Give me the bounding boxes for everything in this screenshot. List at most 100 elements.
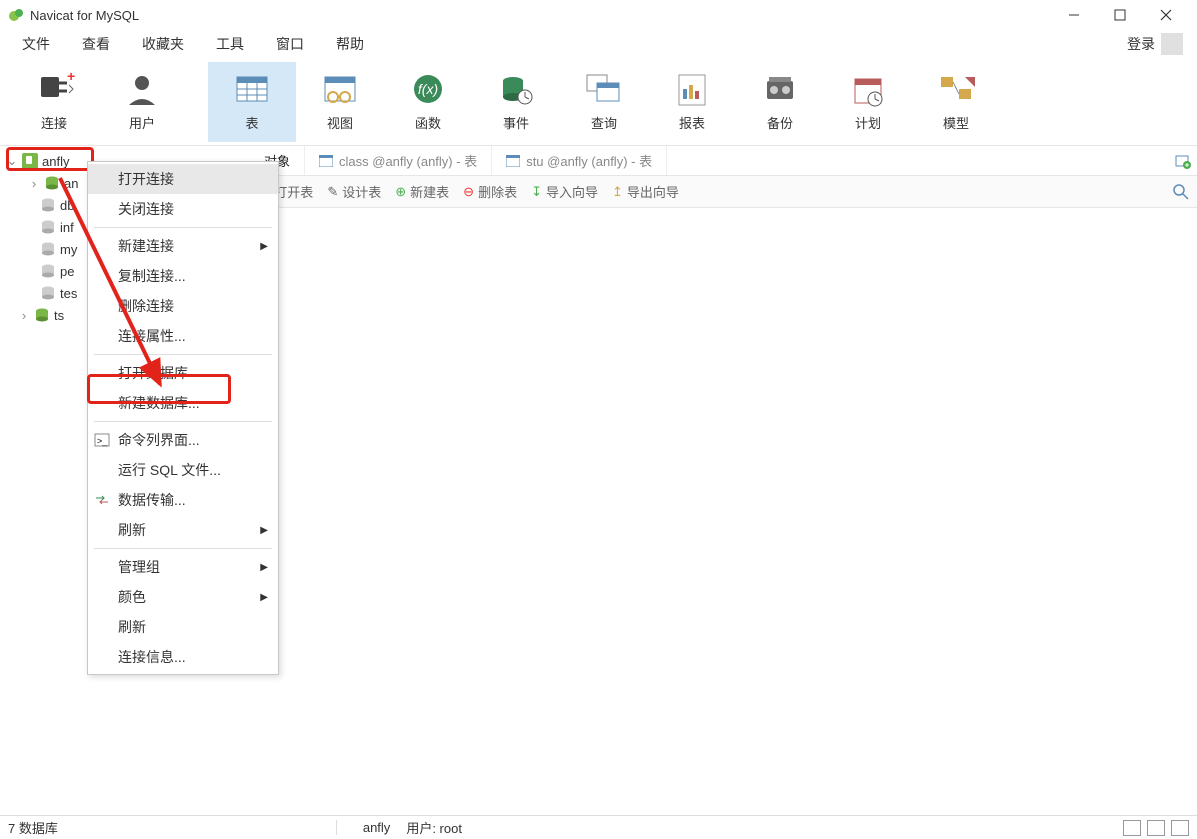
import-wizard-button[interactable]: ↧导入向导 [531, 182, 598, 201]
view-list-button[interactable] [1147, 820, 1165, 836]
table-icon [319, 155, 333, 167]
toolbar-report[interactable]: 报表 [648, 62, 736, 142]
tab-stu[interactable]: stu @anfly (anfly) - 表 [492, 146, 667, 175]
ctx-delete-connection[interactable]: 删除连接 [88, 291, 278, 321]
design-table-button[interactable]: ✎设计表 [327, 182, 381, 201]
export-wizard-button[interactable]: ↥导出向导 [612, 182, 679, 201]
ctx-separator [94, 354, 272, 355]
ctx-label: 管理组 [118, 557, 160, 577]
context-menu: 打开连接 关闭连接 新建连接▶ 复制连接... 删除连接 连接属性... 打开数… [87, 161, 279, 675]
tree-label: ts [54, 308, 64, 323]
ctx-label: 删除连接 [118, 296, 174, 316]
database-icon [40, 264, 56, 278]
app-logo-icon [8, 7, 24, 23]
menu-window[interactable]: 窗口 [260, 30, 320, 58]
ctx-new-database[interactable]: 新建数据库... [88, 388, 278, 418]
ctx-refresh-1[interactable]: 刷新▶ [88, 515, 278, 545]
toolbar-query-label: 查询 [591, 113, 617, 132]
toolbar-connection[interactable]: + 连接 [10, 62, 98, 142]
toolbar-query[interactable]: 查询 [560, 62, 648, 142]
table-icon [506, 155, 520, 167]
toolbar-report-label: 报表 [679, 113, 705, 132]
database-icon [40, 242, 56, 256]
ctx-command-line[interactable]: >_命令列界面... [88, 425, 278, 455]
btn-label: 新建表 [410, 182, 449, 201]
tree-label: pe [60, 264, 74, 279]
title-bar: Navicat for MySQL [0, 0, 1197, 30]
ctx-separator [94, 421, 272, 422]
ctx-label: 复制连接... [118, 266, 186, 286]
new-table-button[interactable]: ⊕新建表 [395, 182, 449, 201]
report-icon [671, 71, 713, 109]
transfer-icon [94, 492, 110, 508]
menu-favorites[interactable]: 收藏夹 [126, 30, 200, 58]
ctx-color[interactable]: 颜色▶ [88, 582, 278, 612]
tab-class[interactable]: class @anfly (anfly) - 表 [305, 146, 492, 175]
ctx-open-connection[interactable]: 打开连接 [88, 164, 278, 194]
menu-file[interactable]: 文件 [6, 30, 66, 58]
expand-icon[interactable]: › [28, 176, 40, 191]
database-icon [34, 308, 50, 322]
ctx-separator [94, 548, 272, 549]
ctx-new-connection[interactable]: 新建连接▶ [88, 231, 278, 261]
tree-label: tes [60, 286, 77, 301]
view-grid-button[interactable] [1123, 820, 1141, 836]
sub-toolbar: ▦打开表 ✎设计表 ⊕新建表 ⊖删除表 ↧导入向导 ↥导出向导 [250, 176, 1197, 208]
avatar-icon [1161, 33, 1183, 55]
toolbar-model[interactable]: 模型 [912, 62, 1000, 142]
toolbar-user[interactable]: 用户 [98, 62, 186, 142]
expand-icon[interactable]: › [18, 308, 30, 323]
new-tab-button[interactable] [1169, 146, 1197, 175]
toolbar-event[interactable]: 事件 [472, 62, 560, 142]
tab-bar: 对象 class @anfly (anfly) - 表 stu @anfly (… [250, 146, 1197, 176]
menu-bar: 文件 查看 收藏夹 工具 窗口 帮助 登录 [0, 30, 1197, 58]
tree-label: anfly [42, 154, 69, 169]
database-icon [40, 220, 56, 234]
menu-help[interactable]: 帮助 [320, 30, 380, 58]
ctx-label: 新建数据库... [118, 393, 200, 413]
ctx-label: 刷新 [118, 617, 146, 637]
ctx-separator [94, 227, 272, 228]
toolbar-connection-label: 连接 [41, 113, 67, 132]
menu-tools[interactable]: 工具 [200, 30, 260, 58]
toolbar-backup[interactable]: 备份 [736, 62, 824, 142]
expand-icon[interactable]: ⌄ [6, 153, 18, 169]
toolbar-view[interactable]: 视图 [296, 62, 384, 142]
backup-icon [759, 71, 801, 109]
minus-icon: ⊖ [463, 184, 474, 200]
ctx-connection-properties[interactable]: 连接属性... [88, 321, 278, 351]
delete-table-button[interactable]: ⊖删除表 [463, 182, 517, 201]
login-button[interactable]: 登录 [1119, 29, 1191, 59]
search-button[interactable] [1173, 184, 1189, 200]
view-detail-button[interactable] [1171, 820, 1189, 836]
login-label: 登录 [1127, 34, 1155, 54]
status-connection: anfly [336, 820, 398, 835]
maximize-button[interactable] [1097, 0, 1143, 30]
menu-view[interactable]: 查看 [66, 30, 126, 58]
toolbar-schedule[interactable]: 计划 [824, 62, 912, 142]
btn-label: 打开表 [274, 182, 313, 201]
minimize-button[interactable] [1051, 0, 1097, 30]
ctx-run-sql[interactable]: 运行 SQL 文件... [88, 455, 278, 485]
schedule-icon [847, 71, 889, 109]
ctx-label: 新建连接 [118, 236, 174, 256]
connection-icon [22, 153, 38, 169]
ctx-data-transfer[interactable]: 数据传输... [88, 485, 278, 515]
database-icon [44, 176, 60, 190]
ctx-connection-info[interactable]: 连接信息... [88, 642, 278, 672]
content-area: 对象 class @anfly (anfly) - 表 stu @anfly (… [250, 146, 1197, 826]
svg-text:f(x): f(x) [418, 81, 438, 97]
ctx-manage-group[interactable]: 管理组▶ [88, 552, 278, 582]
tree-label: inf [60, 220, 74, 235]
table-icon [231, 71, 273, 109]
ctx-open-database[interactable]: 打开数据库 [88, 358, 278, 388]
toolbar-model-label: 模型 [943, 113, 969, 132]
toolbar-table[interactable]: 表 [208, 62, 296, 142]
toolbar-function[interactable]: f(x) 函数 [384, 62, 472, 142]
toolbar-schedule-label: 计划 [855, 113, 881, 132]
ctx-refresh-2[interactable]: 刷新 [88, 612, 278, 642]
ctx-close-connection[interactable]: 关闭连接 [88, 194, 278, 224]
ctx-duplicate-connection[interactable]: 复制连接... [88, 261, 278, 291]
close-button[interactable] [1143, 0, 1189, 30]
ctx-label: 关闭连接 [118, 199, 174, 219]
